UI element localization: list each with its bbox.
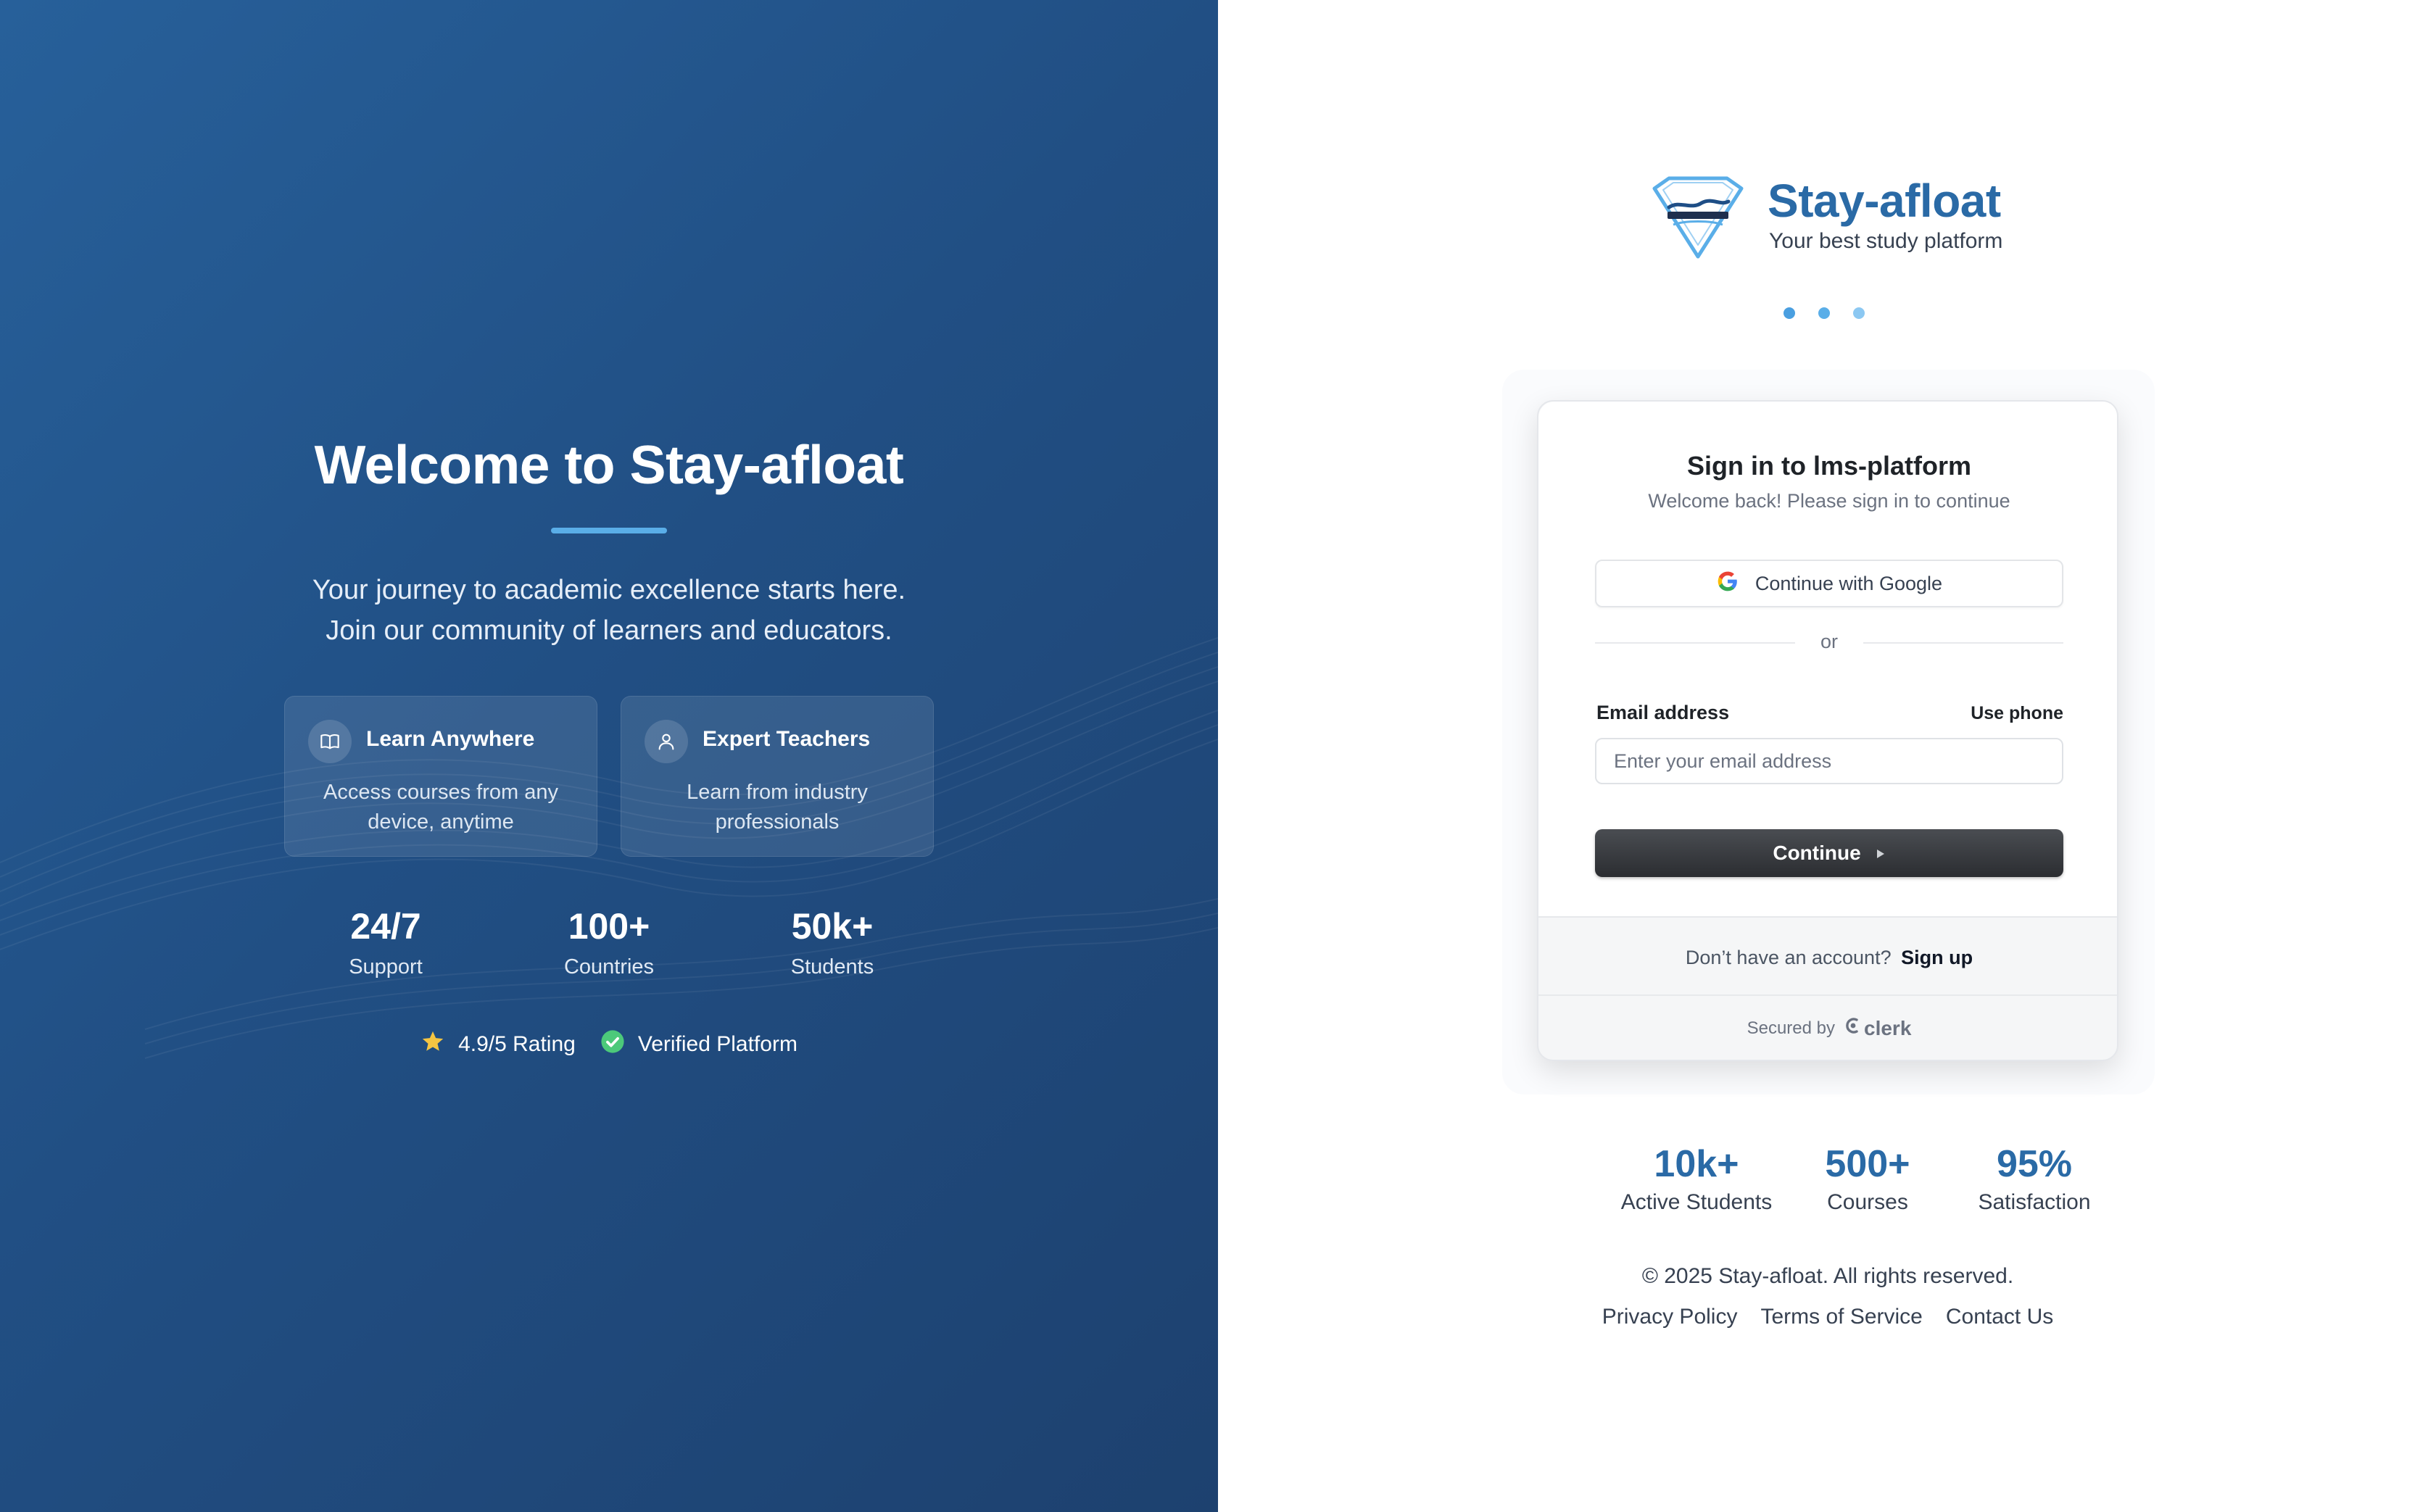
- hero-panel: Welcome to Stay-afloat Your journey to a…: [0, 0, 1218, 1512]
- hero-lead-line-1: Your journey to academic excellence star…: [312, 575, 906, 605]
- signin-title: Sign in to lms-platform: [1687, 451, 1971, 481]
- stat-value: 50k+: [791, 906, 874, 947]
- trust-badges: 4.9/5 Rating Verified Platform: [0, 1029, 1218, 1060]
- sign-up-link[interactable]: Sign up: [1901, 947, 1973, 968]
- signin-subtitle: Welcome back! Please sign in to continue: [1648, 490, 2010, 512]
- stat-value: 500+: [1825, 1143, 1910, 1185]
- stat-value: 24/7: [350, 906, 421, 947]
- google-icon: [1716, 570, 1739, 598]
- stat-active-students: 10k+ Active Students: [1602, 1142, 1791, 1215]
- feature-title: Expert Teachers: [703, 727, 871, 751]
- verified-badge: Verified Platform: [600, 1029, 798, 1060]
- use-phone-link[interactable]: Use phone: [1971, 703, 2063, 724]
- continue-with-google-button[interactable]: Continue with Google: [1595, 560, 2063, 607]
- secured-by: Secured by clerk: [1538, 1016, 2117, 1040]
- copyright: © 2025 Stay-afloat. All rights reserved.: [1641, 1264, 2014, 1288]
- feature-title: Learn Anywhere: [366, 727, 535, 751]
- privacy-policy-link[interactable]: Privacy Policy: [1602, 1305, 1738, 1329]
- loading-dots: [1784, 307, 1865, 319]
- hero-lead-line-2: Join our community of learners and educa…: [326, 615, 892, 646]
- hero-title: Welcome to Stay-afloat: [314, 434, 904, 495]
- or-divider: or: [1595, 628, 2063, 657]
- email-input[interactable]: [1595, 738, 2063, 784]
- stat-value: 10k+: [1654, 1143, 1739, 1185]
- rating-text: 4.9/5 Rating: [458, 1032, 576, 1056]
- star-icon: [420, 1029, 445, 1060]
- no-account-text: Don’t have an account?: [1685, 947, 1892, 968]
- check-circle-icon: [600, 1029, 625, 1060]
- user-icon: [645, 720, 688, 763]
- rating-badge: 4.9/5 Rating: [420, 1029, 576, 1060]
- clerk-icon: [1844, 1016, 1861, 1040]
- signin-card: Sign in to lms-platform Welcome back! Pl…: [1537, 400, 2118, 1061]
- stat-value: 100+: [568, 906, 650, 947]
- title-underline: [551, 528, 667, 533]
- loading-dot: [1853, 307, 1865, 319]
- hero-lead: Your journey to academic excellence star…: [0, 570, 1218, 651]
- loading-dot: [1818, 307, 1830, 319]
- clerk-logo[interactable]: clerk: [1844, 1016, 1911, 1040]
- clerk-label: clerk: [1864, 1016, 1912, 1039]
- stat-label: Active Students: [1620, 1190, 1773, 1214]
- stat-satisfaction: 95% Satisfaction: [1940, 1142, 2129, 1215]
- contact-us-link[interactable]: Contact Us: [1946, 1305, 2053, 1329]
- stat-support: 24/7 Support: [277, 903, 494, 979]
- book-icon: [308, 720, 352, 763]
- google-button-label: Continue with Google: [1754, 572, 1943, 594]
- continue-button[interactable]: Continue: [1595, 829, 2063, 877]
- feature-description: Access courses from any device, anytime: [323, 781, 558, 834]
- stat-courses: 500+ Courses: [1773, 1142, 1962, 1215]
- secured-by-text: Secured by: [1747, 1018, 1835, 1038]
- stat-countries: 100+ Countries: [500, 903, 718, 979]
- signup-prompt: Don’t have an account? Sign up: [1538, 947, 2117, 969]
- stat-label: Courses: [1827, 1190, 1908, 1214]
- stat-label: Students: [790, 955, 874, 979]
- stat-value: 95%: [1996, 1143, 2073, 1185]
- wave-background: [0, 637, 1218, 1059]
- feature-card-expert-teachers: Expert Teachers Learn from industry prof…: [621, 696, 934, 857]
- brand-tagline: Your best study platform: [1769, 229, 2003, 253]
- play-arrow-icon: [1876, 842, 1886, 865]
- continue-button-label: Continue: [1773, 842, 1861, 864]
- brand-name: Stay-afloat: [1768, 175, 2001, 227]
- stat-students: 50k+ Students: [724, 903, 941, 979]
- card-separator: [1538, 994, 2117, 996]
- brand-header: Stay-afloat Your best study platform: [1647, 174, 2024, 261]
- feature-description: Learn from industry professionals: [687, 781, 868, 834]
- brand-logo: [1647, 174, 1749, 265]
- footer-links: Privacy Policy Terms of Service Contact …: [1537, 1305, 2118, 1329]
- stat-label: Support: [349, 955, 423, 979]
- loading-dot: [1784, 307, 1795, 319]
- stat-label: Countries: [563, 955, 655, 979]
- stat-label: Satisfaction: [1978, 1190, 2091, 1214]
- signin-form: Sign in to lms-platform Welcome back! Pl…: [1538, 402, 2117, 918]
- email-label: Email address: [1596, 702, 1730, 723]
- verified-text: Verified Platform: [637, 1032, 798, 1056]
- terms-of-service-link[interactable]: Terms of Service: [1760, 1305, 1922, 1329]
- feature-card-learn-anywhere: Learn Anywhere Access courses from any d…: [284, 696, 597, 857]
